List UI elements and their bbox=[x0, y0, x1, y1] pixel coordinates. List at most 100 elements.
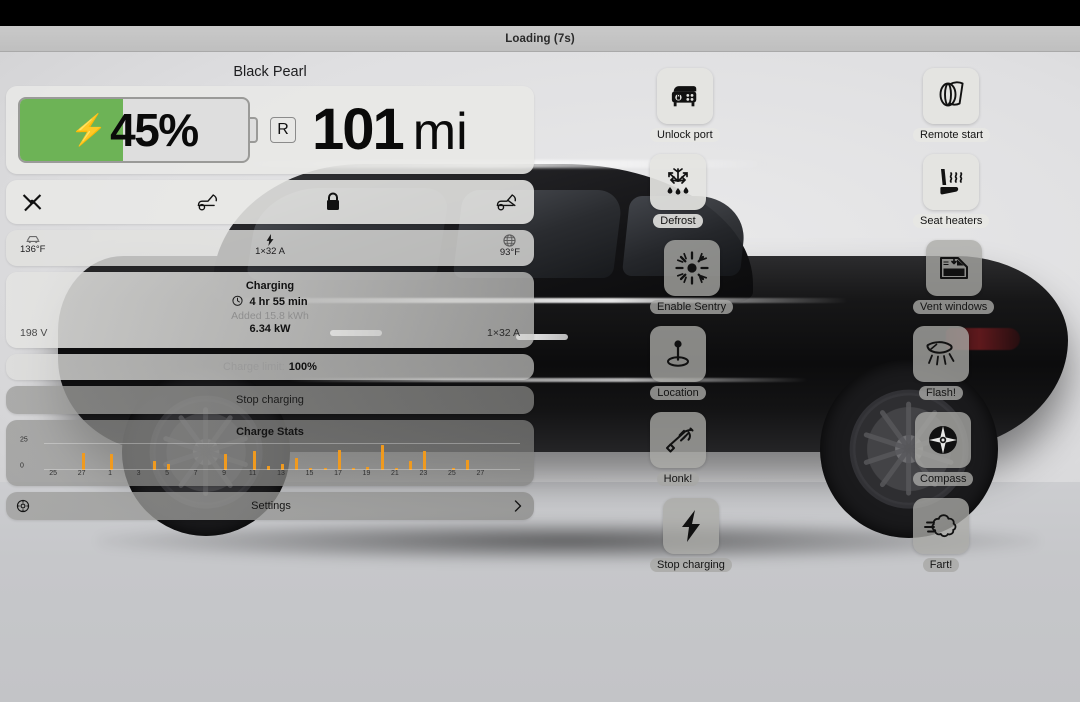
globe-icon bbox=[503, 234, 516, 247]
front-trunk-button[interactable] bbox=[145, 192, 270, 212]
stop-charging-bar[interactable]: Stop charging bbox=[6, 386, 534, 414]
chart-bar bbox=[338, 450, 341, 470]
app-window: Loading (7s) Black Pearl bbox=[0, 0, 1080, 702]
chevron-right-icon bbox=[512, 499, 524, 513]
lock-icon bbox=[324, 191, 342, 213]
chart-xtick-label: 25 bbox=[49, 470, 57, 477]
honk-label: Honk! bbox=[657, 472, 700, 486]
vent-windows-button[interactable]: Vent windows bbox=[913, 240, 994, 314]
window-title-bar: Loading (7s) bbox=[0, 26, 1080, 52]
enable-sentry-label: Enable Sentry bbox=[650, 300, 733, 314]
remote-start-button[interactable]: Remote start bbox=[913, 68, 990, 142]
chart-xtick-label: 21 bbox=[391, 470, 399, 477]
range-unit: mi bbox=[413, 106, 468, 158]
lightning-bolt-icon bbox=[679, 509, 703, 543]
temperature-row: 136°F 1×32 A 93°F bbox=[6, 230, 534, 266]
stop-charging-bar-label: Stop charging bbox=[236, 394, 304, 406]
charging-current-label: 1×32 A bbox=[487, 327, 520, 339]
seat-heaters-button[interactable]: Seat heaters bbox=[913, 154, 989, 228]
climate-fan-icon bbox=[20, 190, 44, 214]
enable-sentry-button[interactable]: Enable Sentry bbox=[650, 240, 733, 314]
fart-label: Fart! bbox=[923, 558, 960, 572]
charging-status-card: Charging 4 hr 55 min Added 15.8 kWh 6.34… bbox=[6, 272, 534, 348]
rear-trunk-button[interactable] bbox=[395, 192, 520, 212]
location-label: Location bbox=[650, 386, 706, 400]
defrost-label: Defrost bbox=[653, 214, 702, 228]
inside-temperature: 136°F bbox=[20, 234, 45, 255]
vehicle-info-panel: Black Pearl ⚡ 45% R 101 mi bbox=[6, 64, 534, 526]
lightning-bolt-icon bbox=[265, 234, 275, 246]
range-display: 101 mi bbox=[312, 101, 468, 159]
charge-port-lock-icon bbox=[668, 81, 702, 111]
fart-button[interactable]: Fart! bbox=[913, 498, 969, 572]
compass-icon bbox=[926, 423, 960, 457]
chart-xtick-label: 17 bbox=[334, 470, 342, 477]
stop-charging-label: Stop charging bbox=[650, 558, 732, 572]
chart-bar bbox=[423, 451, 426, 470]
charging-voltage-label: 198 V bbox=[20, 327, 47, 339]
chart-xtick-label: 13 bbox=[277, 470, 285, 477]
charge-current-label: 1×32 A bbox=[255, 246, 285, 257]
battery-percent-label: 45% bbox=[110, 103, 198, 157]
chart-xtick-label: 11 bbox=[249, 470, 256, 477]
battery-tip bbox=[249, 117, 258, 143]
chart-ytick-label: 0 bbox=[20, 463, 24, 470]
chart-xtick-label: 7 bbox=[194, 470, 198, 477]
steering-wheel-icon bbox=[934, 80, 968, 112]
window-top-black-bar bbox=[0, 0, 1080, 26]
battery-percent-overlay: ⚡ 45% bbox=[18, 97, 250, 163]
charge-stats-bars bbox=[46, 444, 516, 470]
battery-gauge: ⚡ 45% bbox=[18, 97, 258, 163]
chart-xtick-label: 15 bbox=[306, 470, 314, 477]
clock-icon bbox=[232, 295, 243, 306]
chart-xtick-label: 25 bbox=[448, 470, 456, 477]
inside-temp-label: 136°F bbox=[20, 244, 45, 255]
chart-bar bbox=[224, 454, 227, 470]
rear-trunk-icon bbox=[494, 192, 520, 212]
charge-limit-card[interactable]: Charge limit: 100% bbox=[6, 354, 534, 380]
battery-range-card[interactable]: ⚡ 45% R 101 mi bbox=[6, 86, 534, 174]
heated-seat-icon bbox=[934, 166, 968, 198]
honk-button[interactable]: Honk! bbox=[650, 412, 706, 486]
stop-charging-button[interactable]: Stop charging bbox=[650, 498, 732, 572]
charging-time-label: 4 hr 55 min bbox=[249, 296, 307, 308]
chart-xtick-label: 27 bbox=[78, 470, 86, 477]
charge-stats-xaxis: 252713579111315171921232527 bbox=[46, 470, 516, 480]
charging-title: Charging bbox=[18, 280, 522, 292]
flash-lights-button[interactable]: Flash! bbox=[913, 326, 969, 400]
fart-cloud-icon bbox=[924, 511, 958, 541]
main-stage: Black Pearl ⚡ 45% R 101 mi bbox=[0, 52, 1080, 702]
defrost-icon bbox=[661, 166, 695, 198]
charge-limit-label: Charge limit: bbox=[223, 361, 285, 373]
location-button[interactable]: Location bbox=[650, 326, 706, 400]
window-title: Loading (7s) bbox=[505, 33, 575, 45]
chart-xtick-label: 5 bbox=[165, 470, 169, 477]
unlock-port-button[interactable]: Unlock port bbox=[650, 68, 720, 142]
lightning-bolt-icon: ⚡ bbox=[70, 113, 106, 148]
charge-stats-card[interactable]: Charge Stats 252713579111315171921232527… bbox=[6, 420, 534, 486]
vehicle-name: Black Pearl bbox=[6, 64, 534, 80]
chart-ytick-label: 25 bbox=[20, 437, 28, 444]
charge-stats-title: Charge Stats bbox=[16, 426, 524, 438]
vent-windows-label: Vent windows bbox=[913, 300, 994, 314]
chart-bar bbox=[253, 451, 256, 470]
sentry-icon bbox=[675, 251, 709, 285]
flash-label: Flash! bbox=[919, 386, 963, 400]
settings-row[interactable]: Settings bbox=[6, 492, 534, 520]
chart-bar bbox=[381, 445, 384, 470]
horn-icon bbox=[661, 424, 695, 456]
car-icon bbox=[25, 234, 41, 244]
range-value: 101 bbox=[312, 101, 403, 159]
lock-button[interactable] bbox=[270, 191, 395, 213]
car-window-icon bbox=[937, 253, 971, 283]
outside-temperature: 93°F bbox=[500, 234, 520, 258]
quick-actions-row bbox=[6, 180, 534, 224]
climate-button[interactable] bbox=[20, 190, 145, 214]
remote-start-label: Remote start bbox=[913, 128, 990, 142]
chart-xtick-label: 23 bbox=[420, 470, 428, 477]
defrost-button[interactable]: Defrost bbox=[650, 154, 706, 228]
compass-button[interactable]: Compass bbox=[913, 412, 973, 486]
settings-label: Settings bbox=[30, 500, 512, 512]
chart-xtick-label: 9 bbox=[222, 470, 226, 477]
compass-label: Compass bbox=[913, 472, 973, 486]
